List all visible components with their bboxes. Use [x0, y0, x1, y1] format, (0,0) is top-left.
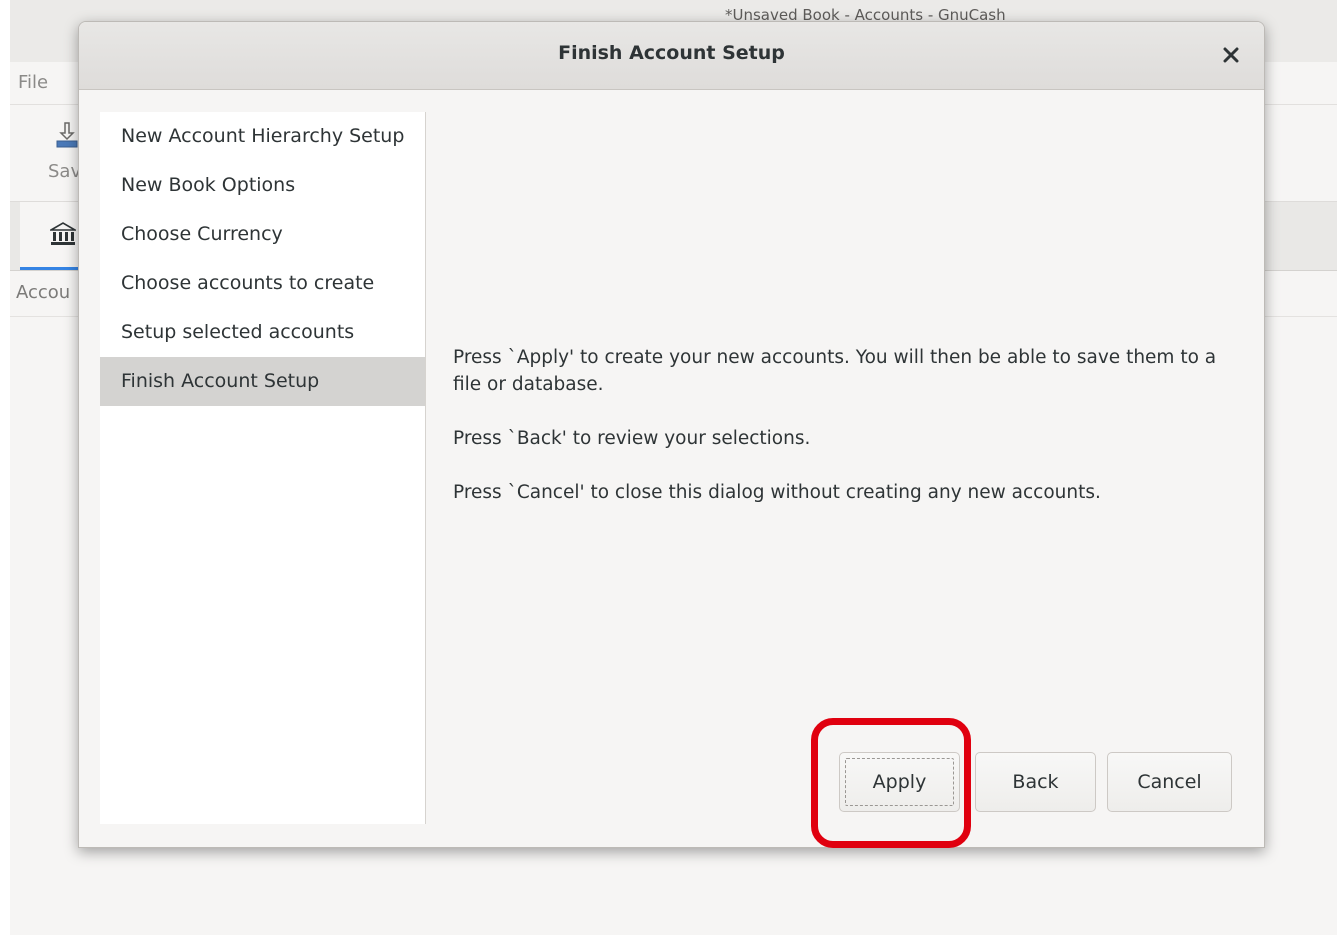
save-icon[interactable]: [56, 121, 78, 149]
instruction-back: Press `Back' to review your selections.: [453, 428, 811, 449]
instruction-cancel: Press `Cancel' to close this dialog with…: [453, 482, 1101, 503]
menu-file[interactable]: File: [18, 72, 48, 93]
sidebar-item-choose-accounts: Choose accounts to create: [121, 272, 375, 294]
dialog-header: Finish Account Setup: [79, 22, 1264, 90]
bank-icon: [50, 222, 76, 245]
back-button-label: Back: [1012, 771, 1059, 793]
sidebar-item-setup-selected-accounts: Setup selected accounts: [121, 321, 355, 343]
assistant-steps-sidebar: New Account Hierarchy Setup New Book Opt…: [100, 112, 426, 824]
instruction-apply: Press `Apply' to create your new account…: [453, 347, 1217, 395]
sidebar-item-choose-currency: Choose Currency: [121, 223, 283, 245]
accounts-header-label: Accou: [16, 282, 71, 303]
dialog-title: Finish Account Setup: [558, 42, 785, 64]
cancel-button-label: Cancel: [1137, 771, 1202, 793]
sidebar-item-new-account-hierarchy-setup: New Account Hierarchy Setup: [121, 125, 405, 147]
dialog-content: Press `Apply' to create your new account…: [453, 344, 1233, 533]
apply-highlight-annotation: [811, 718, 971, 848]
finish-account-setup-dialog: Finish Account Setup New Account Hierarc…: [78, 21, 1265, 848]
back-button[interactable]: Back: [975, 752, 1096, 812]
sidebar-item-finish-account-setup: Finish Account Setup: [100, 357, 425, 406]
save-button-label[interactable]: Sav: [48, 161, 81, 182]
cancel-button[interactable]: Cancel: [1107, 752, 1232, 812]
sidebar-item-new-book-options: New Book Options: [121, 174, 296, 196]
tab-accounts[interactable]: [20, 202, 82, 270]
close-icon: [1223, 47, 1239, 63]
close-button[interactable]: [1216, 40, 1246, 70]
